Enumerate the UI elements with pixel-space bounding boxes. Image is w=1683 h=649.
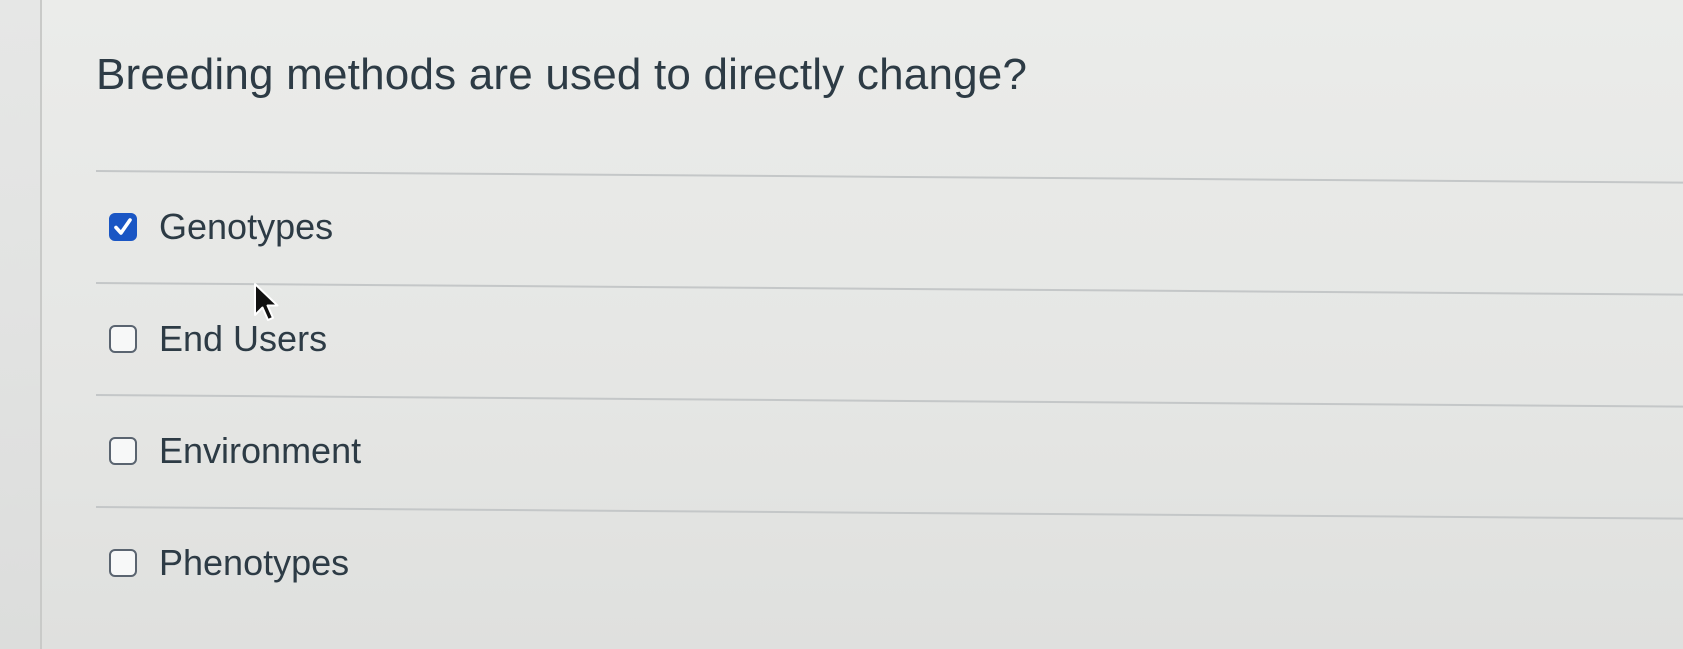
answer-label: Phenotypes xyxy=(159,542,350,583)
answer-label: Genotypes xyxy=(159,206,334,247)
answer-option-phenotypes[interactable]: Phenotypes xyxy=(96,508,1683,618)
question-title: Breeding methods are used to directly ch… xyxy=(96,50,1028,99)
answer-checkbox-end-users[interactable] xyxy=(109,325,137,353)
answer-checkbox-environment[interactable] xyxy=(109,437,137,465)
answer-label: End Users xyxy=(159,318,328,359)
answer-list: Genotypes End Users Environment Phenotyp… xyxy=(95,170,1683,618)
answer-checkbox-genotypes[interactable] xyxy=(109,213,137,241)
quiz-page: Breeding methods are used to directly ch… xyxy=(40,0,1683,649)
answer-option-environment[interactable]: Environment xyxy=(96,396,1683,506)
answer-option-end-users[interactable]: End Users xyxy=(96,284,1683,394)
check-icon xyxy=(114,218,132,235)
answer-checkbox-phenotypes[interactable] xyxy=(109,549,137,577)
mouse-pointer-icon xyxy=(254,283,279,321)
answer-label: Environment xyxy=(159,430,362,471)
answer-option-genotypes[interactable]: Genotypes xyxy=(96,172,1683,282)
